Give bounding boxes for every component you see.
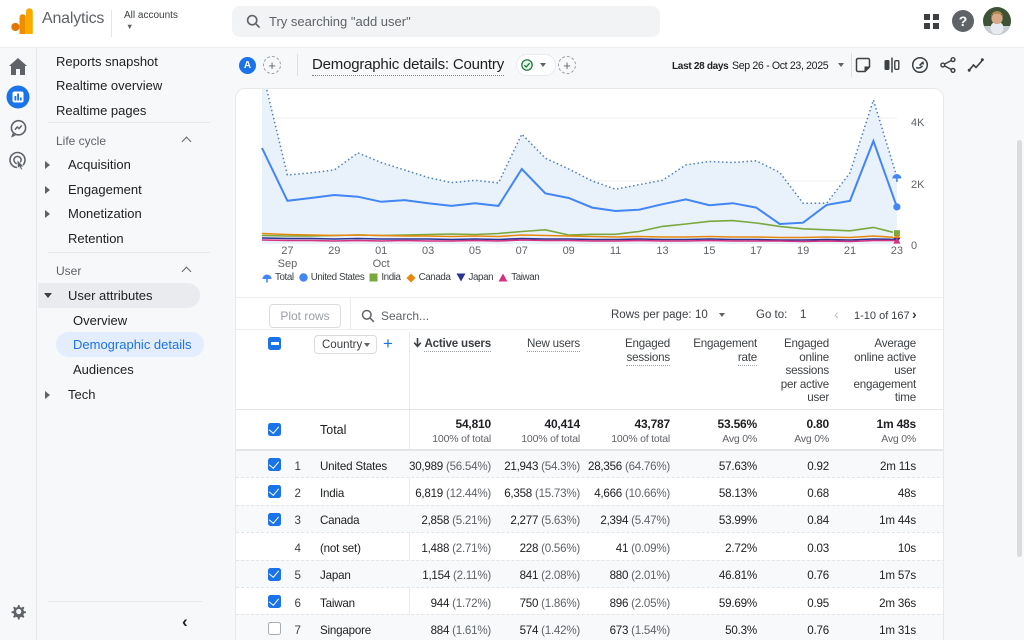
svg-text:2K: 2K [911, 179, 925, 191]
svg-text:23: 23 [891, 245, 903, 257]
svg-text:19: 19 [797, 245, 809, 257]
svg-text:11: 11 [610, 245, 621, 257]
svg-text:15: 15 [703, 245, 715, 257]
svg-text:03: 03 [422, 245, 434, 257]
svg-text:13: 13 [656, 245, 668, 257]
svg-text:Oct: Oct [373, 258, 390, 269]
svg-text:Sep: Sep [278, 258, 298, 269]
svg-text:09: 09 [563, 245, 575, 257]
svg-text:21: 21 [844, 245, 856, 257]
svg-text:27: 27 [281, 245, 293, 257]
svg-text:?: ? [959, 13, 968, 29]
svg-text:4K: 4K [911, 117, 925, 129]
svg-text:05: 05 [469, 245, 481, 257]
svg-text:17: 17 [750, 245, 762, 257]
svg-text:29: 29 [328, 245, 340, 257]
svg-text:07: 07 [516, 245, 528, 257]
svg-text:0: 0 [911, 240, 917, 252]
svg-text:01: 01 [375, 245, 387, 257]
